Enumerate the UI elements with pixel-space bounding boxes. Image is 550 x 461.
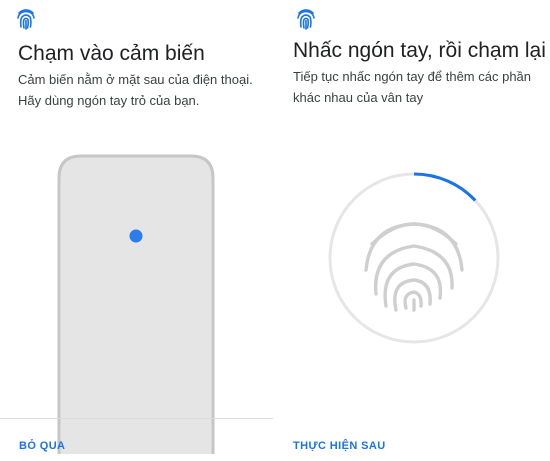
bottom-divider — [0, 418, 273, 419]
skip-button[interactable]: BỎ QUA — [19, 440, 65, 452]
fingerprint-icon — [364, 222, 464, 312]
instruction-text: Tiếp tục nhấc ngón tay để thêm các phần … — [293, 69, 532, 105]
touch-sensor-screen: Chạm vào cảm biến Cảm biến nằm ở mặt sau… — [0, 0, 275, 461]
fingerprint-icon — [17, 9, 35, 30]
sensor-dot — [129, 229, 143, 243]
fingerprint-icon — [297, 9, 315, 30]
fingerprint-setup-screens: Chạm vào cảm biến Cảm biến nằm ở mặt sau… — [0, 0, 550, 461]
page-title: Chạm vào cảm biến — [18, 42, 205, 65]
phone-back-illustration — [57, 154, 215, 454]
lift-and-touch-screen: Nhấc ngón tay, rồi chạm lại Tiếp tục nhấ… — [275, 0, 550, 461]
instruction-text: Cảm biến nằm ở mặt sau của điện thoại. H… — [18, 72, 253, 108]
do-later-button[interactable]: THỰC HIỆN SAU — [293, 440, 386, 452]
phone-body — [57, 154, 215, 454]
page-title: Nhấc ngón tay, rồi chạm lại — [293, 39, 546, 62]
enrollment-progress-ring — [328, 172, 500, 344]
